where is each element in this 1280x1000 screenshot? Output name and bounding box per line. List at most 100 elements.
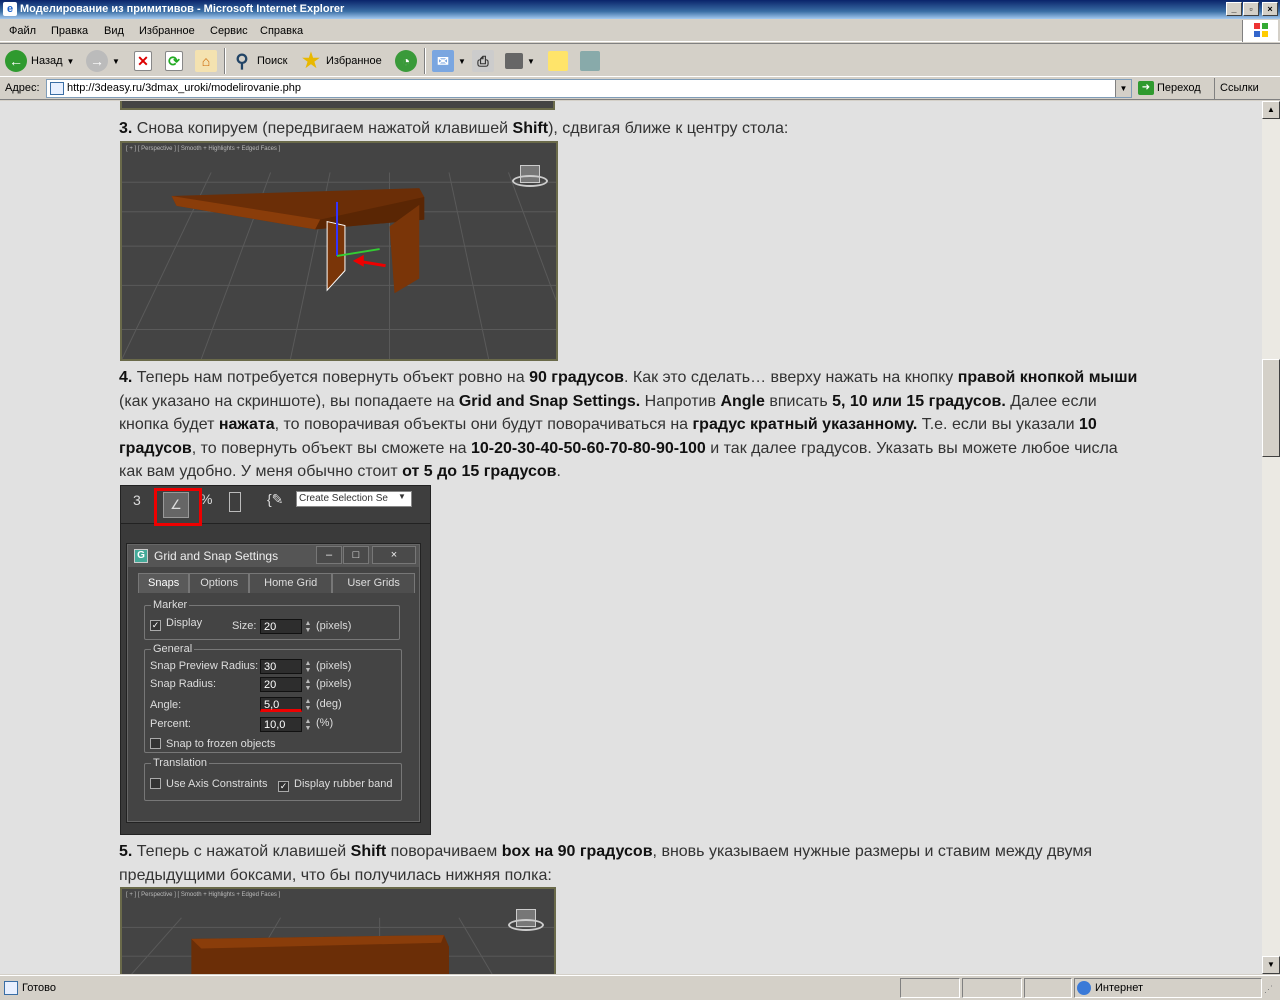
checkbox-empty-icon bbox=[150, 778, 161, 789]
window-title: Моделирование из примитивов - Microsoft … bbox=[20, 3, 345, 15]
forward-arrow-icon: → bbox=[86, 50, 108, 72]
chevron-down-icon: ▼ bbox=[458, 56, 466, 66]
percent-input[interactable]: 10,0 ▲ ▼ bbox=[260, 717, 311, 732]
snap-preview-label: Snap Preview Radius: bbox=[150, 660, 259, 672]
minimize-button[interactable]: _ bbox=[1226, 2, 1242, 16]
toolbar-separator bbox=[424, 48, 426, 74]
display-checkbox[interactable]: ✓ Display bbox=[150, 617, 202, 631]
snap-radius-label: Snap Radius: bbox=[150, 678, 217, 690]
checkbox-empty-icon bbox=[150, 738, 161, 749]
menu-tools[interactable]: Сервис bbox=[210, 25, 248, 37]
links-button[interactable]: Ссылки bbox=[1214, 78, 1259, 99]
spinner-snap-icon bbox=[229, 492, 241, 512]
angle-input[interactable]: 5,0 ▲ ▼ bbox=[260, 697, 311, 712]
history-button[interactable]: ◔ bbox=[395, 47, 417, 75]
menu-help[interactable]: Справка bbox=[260, 25, 303, 37]
step-3-text: 3. Снова копируем (передвигаем нажатой к… bbox=[119, 120, 789, 137]
check-icon: ✓ bbox=[278, 781, 289, 792]
back-button[interactable]: ← Назад ▼ bbox=[5, 47, 74, 75]
scroll-down-icon[interactable]: ▼ bbox=[1262, 956, 1280, 974]
search-icon: ⚲ bbox=[235, 51, 249, 71]
page-icon bbox=[4, 981, 18, 995]
maximize-button[interactable]: ▫ bbox=[1243, 2, 1259, 16]
edit-button[interactable]: ▼ bbox=[505, 47, 535, 75]
messenger-button[interactable] bbox=[580, 47, 600, 75]
search-label: Поиск bbox=[257, 55, 288, 67]
address-label: Адрес: bbox=[5, 82, 40, 94]
check-icon: ✓ bbox=[150, 620, 161, 631]
edit-icon bbox=[505, 53, 523, 69]
search-button[interactable]: ⚲ Поиск bbox=[231, 47, 287, 75]
snap-radius-unit: (pixels) bbox=[316, 678, 352, 690]
angle-unit: (deg) bbox=[316, 698, 342, 710]
viewport-screenshot-shelf: [ + ] [ Perspective ] [ Smooth + Highlig… bbox=[120, 887, 556, 974]
stop-button[interactable]: ✕ bbox=[134, 47, 152, 75]
back-label: Назад bbox=[31, 55, 63, 67]
close-button[interactable]: × bbox=[1262, 2, 1278, 16]
rubber-band-checkbox[interactable]: ✓ Display rubber band bbox=[278, 778, 392, 792]
refresh-button[interactable]: ⟳ bbox=[165, 47, 183, 75]
title-bar: e Моделирование из примитивов - Microsof… bbox=[0, 0, 1280, 19]
scroll-up-icon[interactable]: ▲ bbox=[1262, 101, 1280, 119]
address-input[interactable]: http://3deasy.ru/3dmax_uroki/modelirovan… bbox=[46, 79, 1132, 98]
dialog-maximize-button[interactable]: □ bbox=[343, 546, 369, 564]
menu-file[interactable]: Файл bbox=[9, 25, 36, 37]
menu-view[interactable]: Вид bbox=[104, 25, 124, 37]
dialog-title-bar: G Grid and Snap Settings – □ × bbox=[128, 545, 419, 567]
snap-preview-input[interactable]: 30 ▲ ▼ bbox=[260, 659, 311, 674]
highlight-box bbox=[154, 488, 202, 526]
marker-group-title: Marker bbox=[151, 599, 190, 611]
favorites-button[interactable]: ★ Избранное bbox=[300, 47, 382, 75]
dialog-title: Grid and Snap Settings bbox=[154, 549, 279, 563]
size-input[interactable]: 20 ▲ ▼ bbox=[260, 619, 311, 634]
max-logo-icon: G bbox=[134, 549, 148, 563]
scroll-thumb[interactable] bbox=[1262, 359, 1280, 457]
percent-label: Percent: bbox=[150, 718, 191, 730]
messenger-icon bbox=[580, 51, 600, 71]
go-button[interactable]: ➜ Переход bbox=[1138, 81, 1201, 95]
note-icon bbox=[548, 51, 568, 71]
selection-set-dropdown[interactable]: Create Selection Se bbox=[296, 491, 412, 507]
step-4-text: 4. Теперь нам потребуется повернуть объе… bbox=[119, 369, 1138, 480]
frozen-objects-checkbox[interactable]: Snap to frozen objects bbox=[150, 738, 275, 750]
tab-snaps[interactable]: Snaps bbox=[138, 573, 190, 593]
discuss-button[interactable] bbox=[548, 47, 568, 75]
go-arrow-icon: ➜ bbox=[1138, 81, 1154, 95]
viewport-label: [ + ] [ Perspective ] [ Smooth + Highlig… bbox=[126, 892, 281, 898]
tab-user-grids[interactable]: User Grids bbox=[332, 573, 415, 593]
chevron-down-icon[interactable]: ▼ bbox=[1115, 80, 1131, 97]
forward-button[interactable]: → ▼ bbox=[86, 47, 120, 75]
printer-icon: ⎙ bbox=[472, 50, 494, 72]
globe-icon bbox=[1077, 981, 1091, 995]
chevron-down-icon: ▼ bbox=[112, 56, 120, 66]
general-group-title: General bbox=[151, 643, 195, 655]
star-icon: ★ bbox=[302, 50, 320, 72]
menu-bar: Файл Правка Вид Избранное Сервис Справка bbox=[0, 20, 1280, 42]
tab-home-grid[interactable]: Home Grid bbox=[249, 573, 333, 593]
menu-edit[interactable]: Правка bbox=[51, 25, 88, 37]
print-button[interactable]: ⎙ bbox=[472, 47, 494, 75]
axis-constraints-checkbox[interactable]: Use Axis Constraints bbox=[150, 778, 267, 790]
size-unit: (pixels) bbox=[316, 620, 352, 632]
step-5-text: 5. Теперь с нажатой клавишей Shift повор… bbox=[119, 843, 1092, 884]
menu-favorites[interactable]: Избранное bbox=[139, 25, 195, 37]
back-arrow-icon: ← bbox=[5, 50, 27, 72]
dialog-close-button[interactable]: × bbox=[372, 546, 416, 564]
home-button[interactable]: ⌂ bbox=[195, 47, 217, 75]
mail-icon: ✉ bbox=[432, 50, 454, 72]
dialog-tabs: Snaps Options Home Grid User Grids bbox=[138, 573, 415, 593]
snap-3d-icon: 3 bbox=[133, 492, 141, 508]
resize-grip-icon[interactable]: ⋰ bbox=[1264, 984, 1273, 995]
status-cell bbox=[900, 978, 960, 998]
vertical-scrollbar[interactable]: ▲ ▼ bbox=[1262, 101, 1280, 974]
status-text: Готово bbox=[22, 982, 56, 994]
viewport-screenshot-table: [ + ] [ Perspective ] [ Smooth + Highlig… bbox=[120, 141, 558, 361]
page-icon bbox=[50, 82, 64, 95]
dialog-minimize-button[interactable]: – bbox=[316, 546, 342, 564]
toolbar: ← Назад ▼ → ▼ ✕ ⟳ ⌂ ⚲ Поиск ★ Избранное … bbox=[0, 43, 1280, 77]
grid-snap-dialog: G Grid and Snap Settings – □ × Snaps Opt… bbox=[127, 544, 420, 822]
mail-button[interactable]: ✉ ▼ bbox=[432, 47, 466, 75]
tab-options[interactable]: Options bbox=[189, 573, 250, 593]
angle-label: Angle: bbox=[150, 699, 182, 711]
snap-radius-input[interactable]: 20 ▲ ▼ bbox=[260, 677, 311, 692]
